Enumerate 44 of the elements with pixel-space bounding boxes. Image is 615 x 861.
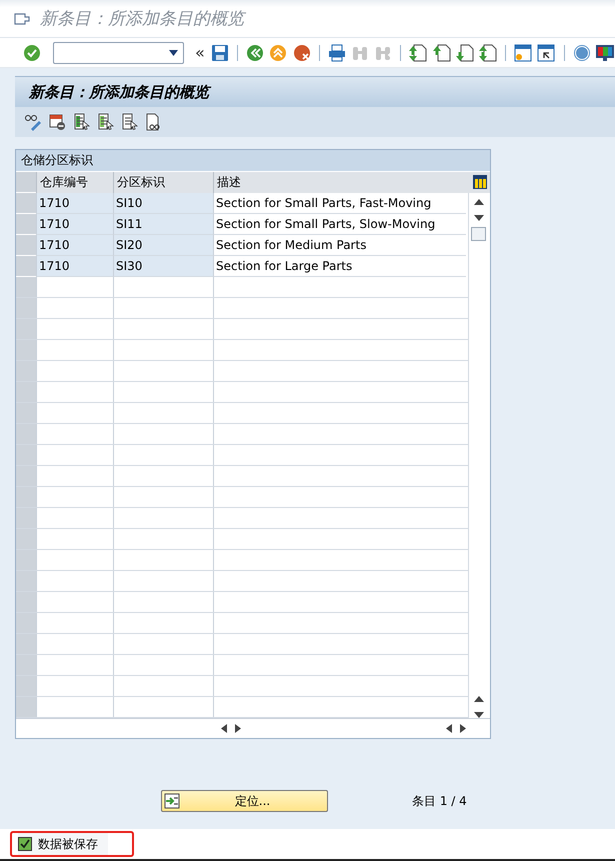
delete-row-button[interactable] <box>47 112 67 132</box>
select-all-cell[interactable] <box>16 172 36 193</box>
table-cell: 1710 <box>36 214 113 235</box>
table-cell: SI11 <box>113 214 213 235</box>
table-cell: Section for Medium Parts <box>213 235 466 256</box>
table-cell: 1710 <box>36 193 113 214</box>
scroll-left-icon[interactable] <box>446 724 452 733</box>
table-cell: SI30 <box>113 256 213 277</box>
table-cell: SI20 <box>113 235 213 256</box>
scroll-up-icon[interactable] <box>474 696 484 702</box>
success-check-icon <box>18 837 32 851</box>
screen-icon <box>14 12 30 24</box>
command-field[interactable] <box>53 42 184 64</box>
table-cell: SI10 <box>113 193 213 214</box>
scroll-right-icon[interactable] <box>235 724 241 733</box>
next-page-button[interactable] <box>454 42 475 64</box>
prev-page-button[interactable] <box>431 42 452 64</box>
table-cell: 1710 <box>36 235 113 256</box>
entry-count: 条目 1 / 4 <box>412 792 467 810</box>
scroll-thumb[interactable] <box>471 227 486 241</box>
shortcut-button[interactable] <box>536 42 557 64</box>
table-title: 仓储分区标识 <box>21 152 93 169</box>
table-cell: Section for Large Parts <box>213 256 466 277</box>
display-change-button[interactable] <box>23 112 43 132</box>
position-icon <box>164 793 180 809</box>
column-settings-icon[interactable] <box>472 174 488 190</box>
print-button[interactable] <box>326 42 347 64</box>
position-button[interactable]: 定位... <box>161 790 328 812</box>
last-page-button[interactable] <box>478 42 498 64</box>
table-cell: 1710 <box>36 256 113 277</box>
vertical-scrollbar[interactable] <box>468 193 488 718</box>
scroll-up-icon[interactable] <box>474 199 484 205</box>
dropdown-caret-icon[interactable] <box>169 50 178 56</box>
window-title: 新条目：所添加条目的概览 <box>40 7 244 30</box>
expand-toggle[interactable]: « <box>193 43 207 62</box>
scroll-right-icon[interactable] <box>460 724 466 733</box>
scroll-down-icon[interactable] <box>474 215 484 221</box>
first-page-button[interactable] <box>408 42 428 64</box>
new-session-button[interactable] <box>513 42 534 64</box>
table-cell: Section for Small Parts, Slow-Moving <box>213 214 466 235</box>
scroll-left-icon[interactable] <box>221 724 227 733</box>
status-message: 数据被保存 <box>18 833 108 855</box>
panel-title: 新条目：所添加条目的概览 <box>29 82 209 102</box>
table-cell: Section for Small Parts, Fast-Moving <box>213 193 466 214</box>
